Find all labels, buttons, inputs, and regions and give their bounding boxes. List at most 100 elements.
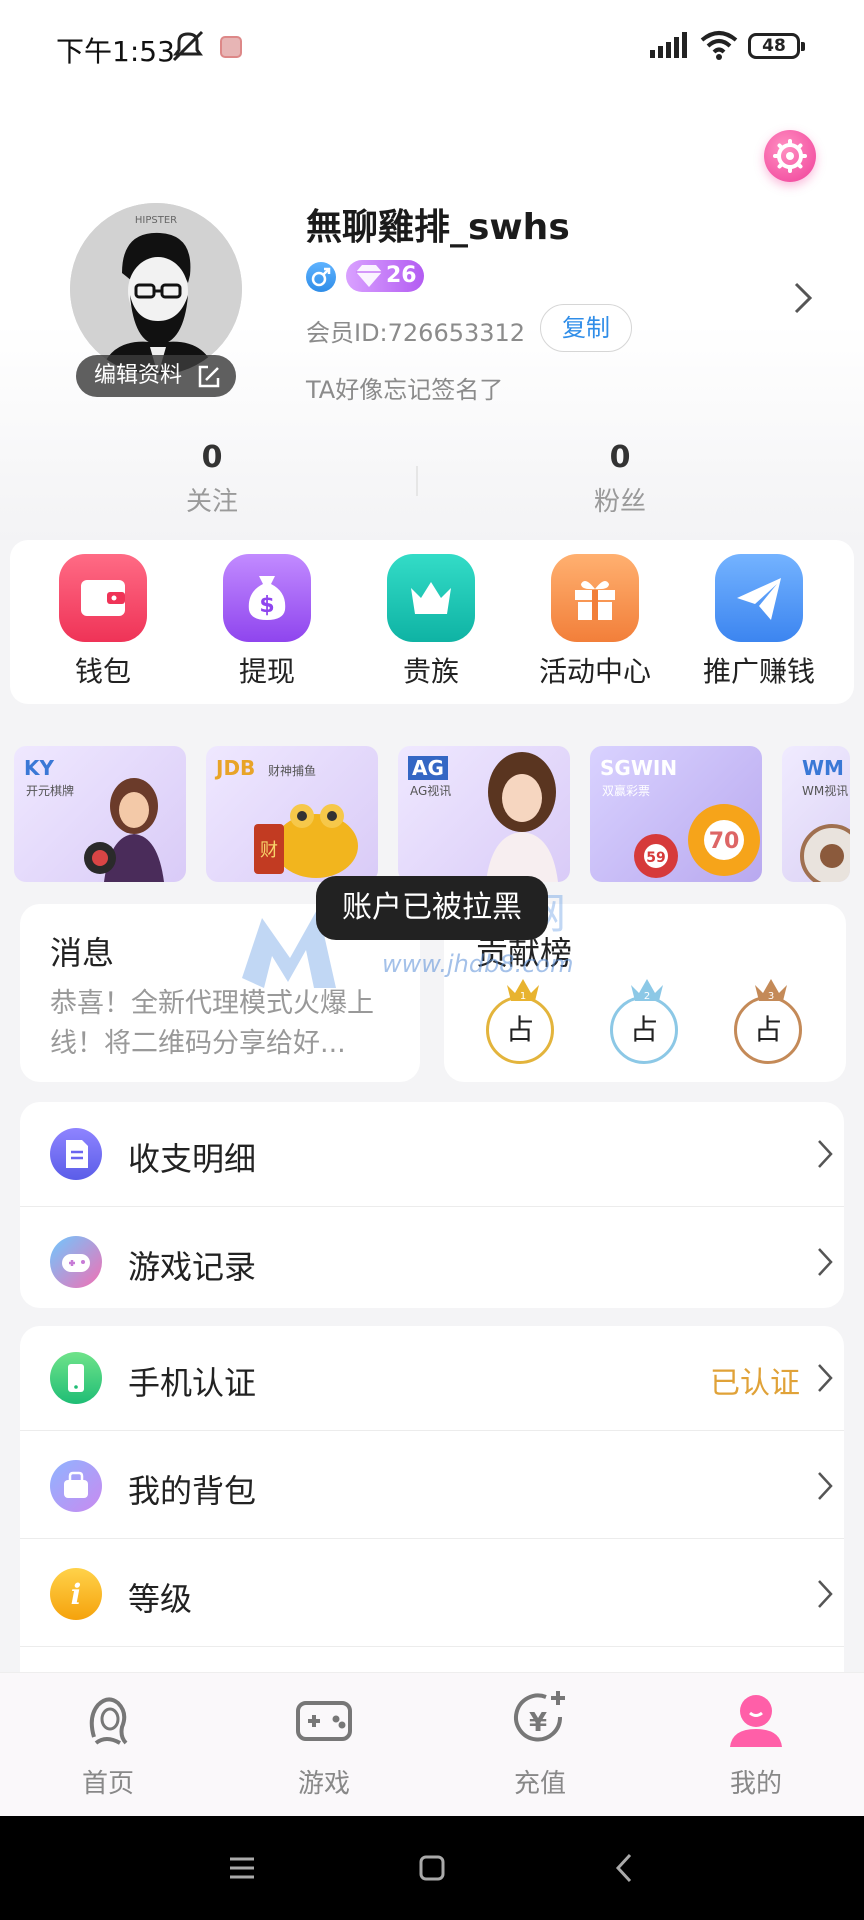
game-title: AG [408, 756, 448, 780]
svg-text:59: 59 [646, 850, 665, 866]
copy-button[interactable]: 复制 [540, 304, 632, 352]
menu-icon[interactable] [228, 1854, 256, 1882]
battery-indicator: 48 [748, 33, 805, 59]
wallet-icon [59, 554, 147, 642]
game-subtitle: 开元棋牌 [26, 784, 75, 798]
promote-label: 推广赚钱 [702, 655, 815, 688]
game-character-image [84, 778, 164, 882]
toast-message: 账户已被拉黑 [316, 876, 548, 940]
svg-text:HIPSTER: HIPSTER [135, 215, 177, 226]
following-label: 关注 [185, 487, 238, 517]
avatar[interactable]: HIPSTER [70, 203, 242, 375]
fans-count: 0 [609, 440, 631, 475]
promote-button[interactable]: 推广赚钱 [694, 554, 824, 690]
diamond-icon [356, 265, 382, 287]
menu-item-game-records[interactable]: 游戏记录 [20, 1208, 844, 1316]
menu-item-level[interactable]: i 等级 [20, 1540, 844, 1648]
gold-crown-icon: 1 [507, 979, 539, 1002]
svg-text:3: 3 [768, 991, 774, 1002]
username: 無聊雞排_swhs [306, 207, 570, 248]
following-count: 0 [201, 440, 223, 475]
chevron-right-icon [816, 1138, 834, 1174]
nav-label: 充值 [513, 1769, 566, 1799]
money-bag-icon: $ [223, 554, 311, 642]
activity-center-label: 活动中心 [538, 655, 651, 688]
home-square-icon[interactable] [418, 1854, 446, 1882]
menu-label: 等级 [128, 1580, 193, 1618]
profile-icon [730, 1695, 782, 1747]
game-title: KY [24, 756, 54, 780]
bottom-navigation: 首页 游戏 ¥ 充值 我的 [0, 1672, 864, 1816]
gamepad-icon [296, 1701, 352, 1741]
menu-item-phone-verification[interactable]: 手机认证 已认证 [20, 1324, 844, 1432]
divider [20, 1538, 844, 1539]
silver-crown-icon: 2 [631, 979, 663, 1002]
status-time: 下午1:53 [56, 35, 175, 68]
system-navigation-bar [0, 1816, 864, 1920]
roulette-image [800, 824, 850, 882]
home-icon [89, 1697, 128, 1745]
withdraw-label: 提现 [238, 655, 295, 688]
nav-label: 首页 [81, 1769, 134, 1799]
activity-center-button[interactable]: 活动中心 [530, 554, 660, 690]
nav-games[interactable]: 游戏 [264, 1687, 384, 1800]
svg-text:¥: ¥ [529, 1708, 547, 1738]
rank-slot-3: 3 占 [734, 979, 802, 1064]
nav-label: 我的 [729, 1769, 782, 1799]
svg-text:$: $ [259, 593, 274, 618]
phone-icon [50, 1352, 102, 1404]
nav-recharge[interactable]: ¥ 充值 [480, 1687, 600, 1800]
menu-label: 手机认证 [128, 1364, 257, 1402]
menu-label: 我的背包 [128, 1472, 257, 1510]
wallet-button[interactable]: 钱包 [38, 554, 168, 690]
settings-button[interactable] [764, 130, 816, 182]
chevron-right-icon [816, 1578, 834, 1614]
svg-text:i: i [71, 1578, 82, 1611]
withdraw-button[interactable]: $ 提现 [202, 554, 332, 690]
lottery-balls-image: 70 59 [634, 804, 760, 878]
edit-profile-button[interactable]: 编辑资料 [76, 355, 236, 397]
game-card-jdb[interactable]: JDB 财神捕鱼 财 [206, 746, 378, 882]
signal-icon [650, 32, 690, 62]
rank-slot-label: 占 [505, 1013, 534, 1046]
signature: TA好像忘记签名了 [306, 376, 504, 404]
mute-icon [170, 30, 206, 66]
menu-item-transactions[interactable]: 收支明细 [20, 1100, 844, 1208]
wifi-icon [700, 30, 738, 64]
rank-slot-2: 2 占 [610, 979, 678, 1064]
golden-toad-image: 财 [254, 804, 358, 878]
nav-home[interactable]: 首页 [48, 1687, 168, 1800]
svg-text:1: 1 [520, 991, 526, 1002]
avatar-image: HIPSTER [70, 203, 242, 375]
nobility-button[interactable]: 贵族 [366, 554, 496, 690]
member-id: 会员ID:726653312 [306, 319, 526, 347]
game-card-wm[interactable]: WM WM视讯 [782, 746, 850, 882]
male-icon [306, 262, 336, 292]
edit-icon [198, 365, 220, 388]
wallet-label: 钱包 [74, 655, 131, 688]
profile-chevron-right-icon[interactable] [790, 280, 814, 320]
fans-label: 粉丝 [593, 487, 646, 517]
back-icon[interactable] [612, 1852, 636, 1884]
nav-label: 游戏 [297, 1769, 350, 1799]
messages-title: 消息 [50, 934, 115, 972]
rank-slot-1: 1 占 [486, 979, 554, 1064]
chevron-right-icon [816, 1470, 834, 1506]
recharge-icon: ¥ [514, 1691, 565, 1742]
svg-text:财: 财 [260, 840, 278, 861]
menu-item-backpack[interactable]: 我的背包 [20, 1432, 844, 1540]
app-notification-icon [220, 36, 242, 58]
menu-label: 收支明细 [128, 1140, 257, 1178]
divider [20, 1430, 844, 1431]
game-card-sgwin[interactable]: SGWIN 双赢彩票 70 59 [590, 746, 762, 882]
chevron-right-icon [816, 1246, 834, 1282]
verified-status: 已认证 [710, 1366, 800, 1401]
nav-profile[interactable]: 我的 [696, 1687, 816, 1800]
info-icon: i [50, 1568, 102, 1620]
fans-stat[interactable]: 0 粉丝 [520, 440, 720, 518]
game-card-ag[interactable]: AG AG视讯 [398, 746, 570, 882]
following-stat[interactable]: 0 关注 [112, 440, 312, 518]
divider [20, 1206, 844, 1207]
backpack-icon [50, 1460, 102, 1512]
game-card-ky[interactable]: KY 开元棋牌 [14, 746, 186, 882]
